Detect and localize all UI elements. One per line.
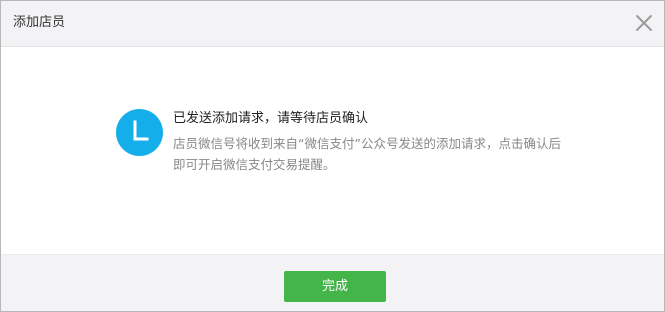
clock-icon xyxy=(116,109,163,156)
add-clerk-dialog: 添加店员 已发送添加请求，请等待店员确认 店员微信号将收到来自“微信支付”公众号… xyxy=(0,0,665,312)
dialog-body: 已发送添加请求，请等待店员确认 店员微信号将收到来自“微信支付”公众号发送的添加… xyxy=(1,47,664,255)
dialog-header: 添加店员 xyxy=(1,1,664,47)
dialog-footer: 完成 xyxy=(1,254,664,311)
message-title: 已发送添加请求，请等待店员确认 xyxy=(173,111,369,126)
done-button[interactable]: 完成 xyxy=(284,271,386,302)
message-description: 店员微信号将收到来自“微信支付”公众号发送的添加请求，点击确认后即可开启微信支付… xyxy=(173,136,561,172)
dialog-title: 添加店员 xyxy=(13,15,66,30)
close-icon[interactable] xyxy=(632,11,656,35)
